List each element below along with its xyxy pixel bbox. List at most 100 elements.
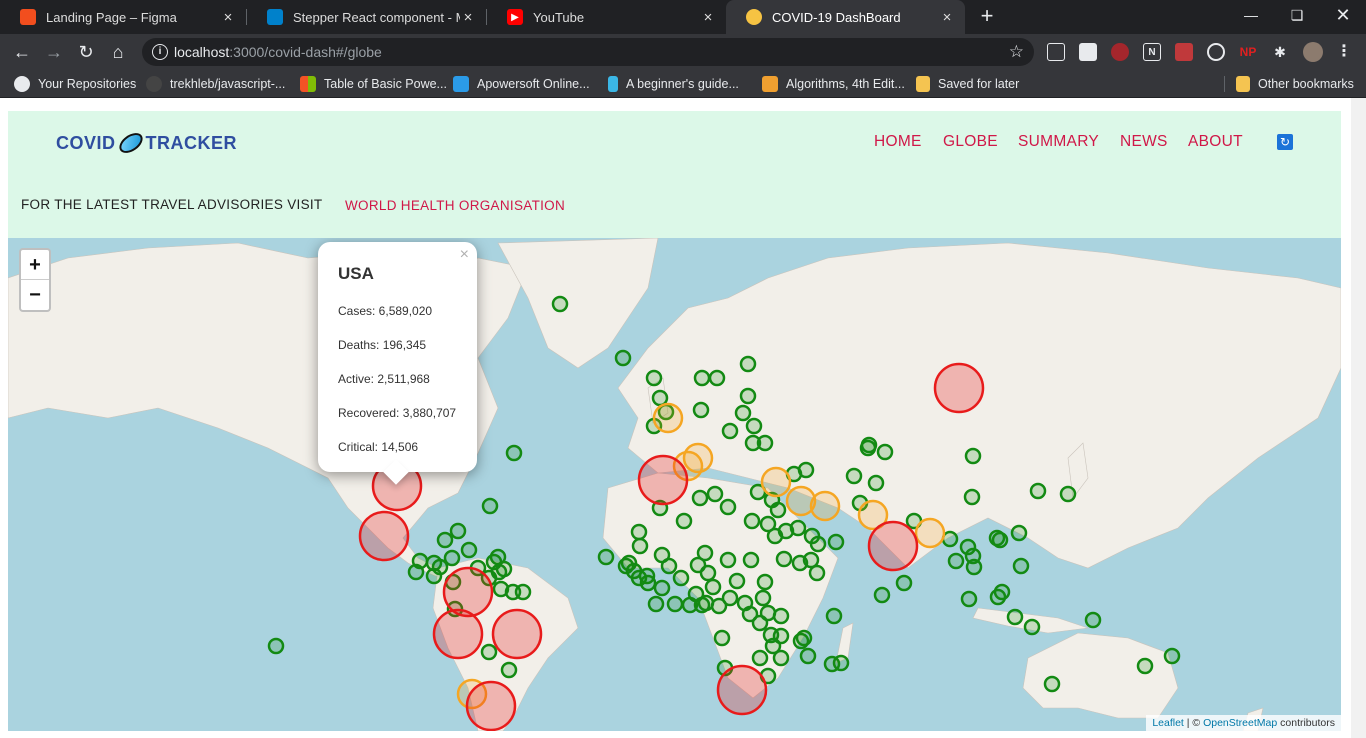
- profile-avatar[interactable]: [1303, 42, 1323, 62]
- restore-icon[interactable]: ❏: [1274, 0, 1320, 30]
- bookmark-apowersoft[interactable]: Apowersoft Online...: [453, 70, 590, 98]
- marker-low[interactable]: [693, 369, 711, 387]
- marker-low[interactable]: [500, 661, 518, 679]
- marker-low[interactable]: [713, 629, 731, 647]
- marker-low[interactable]: [789, 519, 807, 537]
- marker-low[interactable]: [675, 512, 693, 530]
- extension-notion-icon[interactable]: N: [1143, 43, 1161, 61]
- reload-icon[interactable]: ↻: [74, 40, 98, 64]
- minimize-icon[interactable]: —: [1228, 0, 1274, 30]
- marker-low[interactable]: [660, 557, 678, 575]
- bookmark-star-icon[interactable]: ☆: [1009, 42, 1024, 62]
- zoom-out-button[interactable]: −: [21, 280, 49, 310]
- marker-low[interactable]: [754, 589, 772, 607]
- bookmark-saved-for-later[interactable]: Saved for later: [916, 70, 1019, 98]
- marker-low[interactable]: [845, 467, 863, 485]
- marker-low[interactable]: [706, 485, 724, 503]
- marker-low[interactable]: [808, 564, 826, 582]
- who-link[interactable]: WORLD HEALTH ORGANISATION: [345, 198, 565, 213]
- marker-low[interactable]: [809, 535, 827, 553]
- extension-udemy-icon[interactable]: [1111, 43, 1129, 61]
- close-icon[interactable]: ×: [460, 9, 476, 26]
- marker-low[interactable]: [1012, 557, 1030, 575]
- zoom-in-button[interactable]: +: [21, 250, 49, 280]
- marker-low[interactable]: [505, 444, 523, 462]
- url-text[interactable]: localhost:3000/covid-dash#/globe: [174, 38, 382, 66]
- site-info-icon[interactable]: i: [152, 44, 168, 60]
- marker-low[interactable]: [1043, 675, 1061, 693]
- nav-about[interactable]: ABOUT: [1188, 133, 1243, 153]
- popup-close-icon[interactable]: ×: [460, 246, 469, 264]
- marker-low[interactable]: [692, 401, 710, 419]
- marker-low[interactable]: [708, 369, 726, 387]
- marker-low[interactable]: [873, 586, 891, 604]
- marker-low[interactable]: [631, 537, 649, 555]
- marker-low[interactable]: [772, 649, 790, 667]
- marker-low[interactable]: [739, 355, 757, 373]
- marker-low[interactable]: [614, 349, 632, 367]
- marker-low[interactable]: [825, 607, 843, 625]
- marker-low[interactable]: [551, 295, 569, 313]
- bookmark-trekhleb[interactable]: trekhleb/javascript-...: [146, 70, 285, 98]
- marker-low[interactable]: [739, 387, 757, 405]
- marker-high[interactable]: [637, 454, 689, 506]
- extension-cat-icon[interactable]: [1079, 43, 1097, 61]
- marker-low[interactable]: [742, 551, 760, 569]
- extensions-puzzle-icon[interactable]: ✱: [1271, 43, 1289, 61]
- marker-low[interactable]: [960, 590, 978, 608]
- close-icon[interactable]: ×: [700, 9, 716, 26]
- marker-low[interactable]: [963, 488, 981, 506]
- marker-low[interactable]: [1059, 485, 1077, 503]
- marker-low[interactable]: [1084, 611, 1102, 629]
- osm-link[interactable]: OpenStreetMap: [1203, 717, 1277, 729]
- marker-low[interactable]: [743, 512, 761, 530]
- marker-low[interactable]: [514, 583, 532, 601]
- marker-high[interactable]: [465, 680, 517, 731]
- marker-low[interactable]: [480, 643, 498, 661]
- marker-low[interactable]: [895, 574, 913, 592]
- marker-low[interactable]: [799, 647, 817, 665]
- marker-low[interactable]: [666, 595, 684, 613]
- marker-low[interactable]: [1023, 618, 1041, 636]
- marker-high[interactable]: [867, 520, 919, 572]
- bookmark-your-repositories[interactable]: Your Repositories: [14, 70, 136, 98]
- marker-low[interactable]: [672, 569, 690, 587]
- marker-high[interactable]: [491, 608, 543, 660]
- marker-low[interactable]: [597, 548, 615, 566]
- address-bar[interactable]: i localhost:3000/covid-dash#/globe ☆: [142, 38, 1034, 66]
- marker-low[interactable]: [719, 551, 737, 569]
- marker-low[interactable]: [1029, 482, 1047, 500]
- back-icon[interactable]: ←: [10, 40, 34, 64]
- close-icon[interactable]: ×: [939, 9, 955, 26]
- app-logo[interactable]: COVID TRACKER: [56, 128, 237, 158]
- marker-low[interactable]: [651, 389, 669, 407]
- window-close-icon[interactable]: ✕: [1320, 0, 1366, 30]
- marker-medium[interactable]: [652, 402, 684, 434]
- marker-low[interactable]: [721, 422, 739, 440]
- marker-high[interactable]: [716, 664, 768, 716]
- marker-low[interactable]: [436, 531, 454, 549]
- tab-covid-dashboard[interactable]: COVID-19 DashBoard ×: [726, 0, 965, 34]
- marker-low[interactable]: [795, 629, 813, 647]
- extension-app-icon[interactable]: [1175, 43, 1193, 61]
- bookmark-other-bookmarks[interactable]: Other bookmarks: [1236, 70, 1354, 98]
- marker-low[interactable]: [993, 583, 1011, 601]
- marker-low[interactable]: [1136, 657, 1154, 675]
- extension-np-icon[interactable]: NP: [1239, 43, 1257, 61]
- marker-low[interactable]: [495, 560, 513, 578]
- new-tab-button[interactable]: +: [976, 5, 998, 27]
- forward-icon[interactable]: →: [42, 40, 66, 64]
- marker-low[interactable]: [947, 552, 965, 570]
- extension-record-icon[interactable]: [1207, 43, 1225, 61]
- marker-low[interactable]: [460, 541, 478, 559]
- leaflet-link[interactable]: Leaflet: [1152, 717, 1184, 729]
- marker-low[interactable]: [431, 558, 449, 576]
- refresh-icon[interactable]: ↻: [1277, 134, 1293, 150]
- marker-high[interactable]: [358, 510, 410, 562]
- tab-figma[interactable]: Landing Page – Figma ×: [0, 0, 246, 34]
- marker-high[interactable]: [432, 608, 484, 660]
- marker-low[interactable]: [691, 489, 709, 507]
- marker-low[interactable]: [696, 544, 714, 562]
- marker-low[interactable]: [728, 572, 746, 590]
- marker-low[interactable]: [719, 498, 737, 516]
